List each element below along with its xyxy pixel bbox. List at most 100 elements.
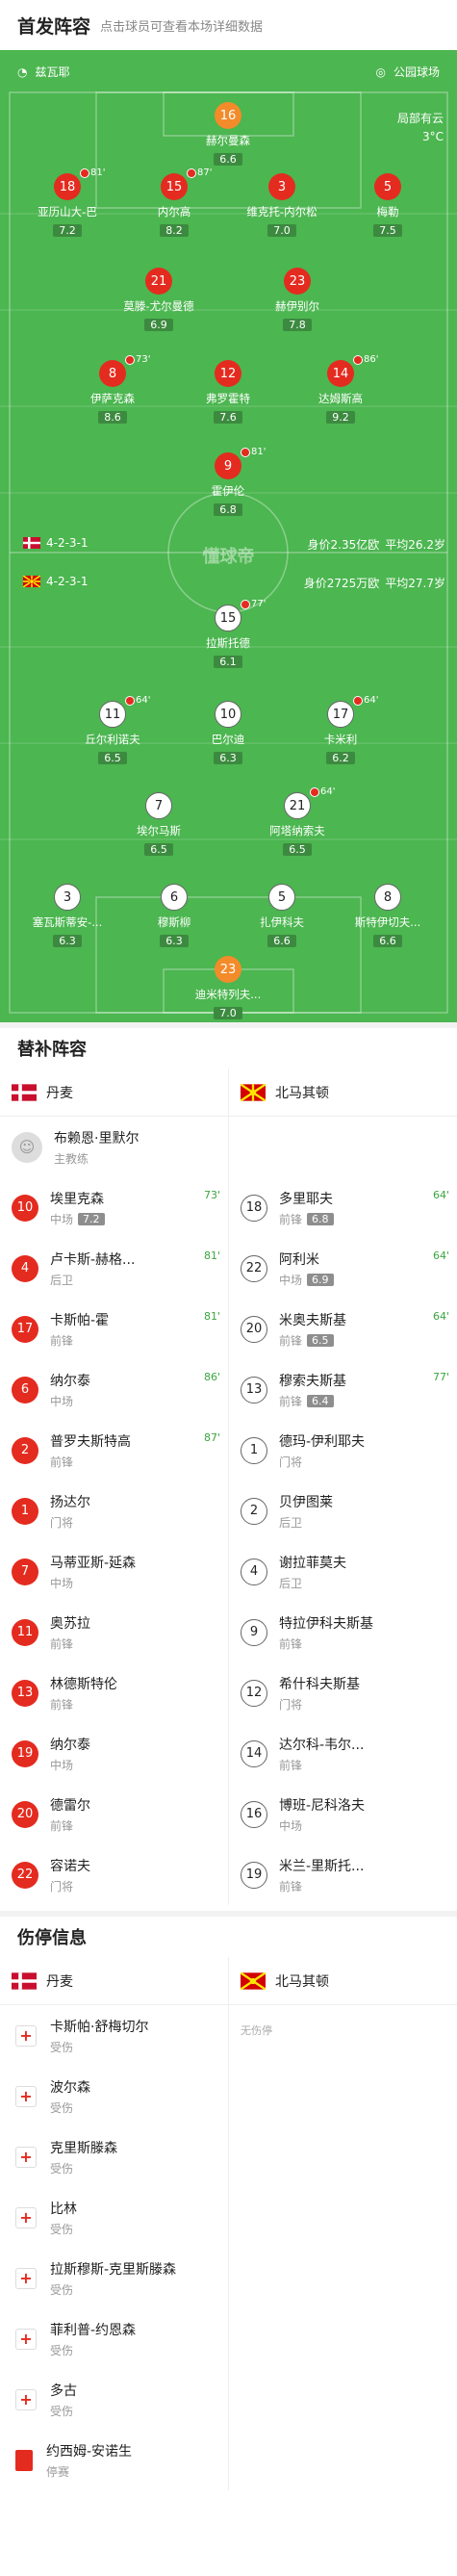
pitch-player[interactable]: 3 塞瓦斯蒂安-... 6.3 <box>24 884 111 948</box>
injury-row[interactable]: + 多古 受伤 <box>0 2369 228 2430</box>
sub-player-row[interactable]: 1 扬达尔 门将 <box>0 1481 228 1541</box>
sub-player-row[interactable]: 2 普罗夫斯特高 前锋 87' <box>0 1420 228 1481</box>
player-position: 前锋 <box>279 1212 303 1226</box>
player-name: 阿利米 <box>279 1251 319 1268</box>
pitch-player[interactable]: 3 维克托-内尔松 7.0 <box>239 173 325 238</box>
player-number: 4 <box>12 1254 38 1282</box>
player-number: 1 <box>12 1497 38 1525</box>
player-name: 莫滕-尤尔曼德 <box>123 299 194 313</box>
medical-kit-icon: + <box>15 2267 37 2289</box>
sub-player-row[interactable]: 2 贝伊图莱 后卫 <box>229 1481 457 1541</box>
pitch-player[interactable]: 12 弗罗霍特 7.6 <box>185 360 271 425</box>
player-meta: 门将 <box>279 1696 360 1713</box>
sub-player-row[interactable]: 13 穆索夫斯基 前锋 6.4 77' <box>229 1359 457 1420</box>
home-formation: 4-2-3-1 <box>23 536 89 550</box>
pitch-player[interactable]: 14 86' 达姆斯高 9.2 <box>297 354 384 425</box>
injury-row[interactable]: 约西姆-安诺生 停赛 <box>0 2430 228 2490</box>
player-position: 后卫 <box>279 1576 303 1590</box>
subs-team-header: 丹麦 北马其顿 <box>0 1069 457 1117</box>
player-position: 中场 <box>279 1273 303 1287</box>
sub-player-row[interactable]: 7 马蒂亚斯-延森 中场 <box>0 1541 228 1602</box>
player-number: 3 <box>54 884 81 911</box>
player-rating: 6.9 <box>144 319 173 331</box>
player-info: 马蒂亚斯-延森 中场 <box>50 1553 136 1591</box>
sub-player-row[interactable]: 20 德雷尔 前锋 <box>0 1784 228 1844</box>
player-number: 5 <box>374 173 401 200</box>
coach-row[interactable]: ☺ 布赖恩·里默尔 主教练 <box>0 1117 228 1177</box>
injury-status: 停赛 <box>46 2464 70 2479</box>
player-name: 卡米利 <box>323 733 358 746</box>
sub-off-icon <box>353 354 363 365</box>
sub-player-row[interactable]: 4 卢卡斯-赫格... 后卫 81' <box>0 1238 228 1299</box>
sub-player-row[interactable]: 18 多里耶夫 前锋 6.8 64' <box>229 1177 457 1238</box>
sub-player-row[interactable]: 6 纳尔泰 中场 86' <box>0 1359 228 1420</box>
pitch-player[interactable]: 8 73' 伊萨克森 8.6 <box>69 354 156 425</box>
sub-player-row[interactable]: 4 谢拉菲莫夫 后卫 <box>229 1541 457 1602</box>
player-name: 纳尔泰 <box>50 1373 90 1389</box>
pitch-player[interactable]: 17 64' 卡米利 6.2 <box>297 695 384 765</box>
pitch-player[interactable]: 18 81' 亚历山大-巴 7.2 <box>24 167 111 238</box>
sub-player-row[interactable]: 11 奥苏拉 前锋 <box>0 1602 228 1662</box>
player-name: 希什科夫斯基 <box>279 1676 360 1692</box>
player-name: 克里斯滕森 <box>50 2140 117 2156</box>
injury-row[interactable]: + 波尔森 受伤 <box>0 2066 228 2126</box>
player-info: 卢卡斯-赫格... 后卫 <box>50 1249 135 1288</box>
sub-player-row[interactable]: 16 博班-尼科洛夫 中场 <box>229 1784 457 1844</box>
sub-player-row[interactable]: 10 埃里克森 中场 7.2 73' <box>0 1177 228 1238</box>
sub-player-row[interactable]: 9 特拉伊科夫斯基 前锋 <box>229 1602 457 1662</box>
player-number: 22 <box>241 1254 267 1282</box>
player-rating: 8.2 <box>160 224 189 237</box>
sub-player-row[interactable]: 19 纳尔泰 中场 <box>0 1723 228 1784</box>
sub-player-row[interactable]: 12 希什科夫斯基 门将 <box>229 1662 457 1723</box>
injury-status: 受伤 <box>50 2282 74 2297</box>
injury-row[interactable]: + 克里斯滕森 受伤 <box>0 2126 228 2187</box>
substitution-badge: 64' <box>125 695 150 706</box>
injury-row[interactable]: + 比林 受伤 <box>0 2187 228 2248</box>
sub-player-row[interactable]: 20 米奥夫斯基 前锋 6.5 64' <box>229 1299 457 1359</box>
injury-status: 受伤 <box>50 2222 74 2236</box>
pitch-player[interactable]: 8 斯特伊切夫... 6.6 <box>344 884 431 948</box>
injury-row[interactable]: + 卡斯帕·舒梅切尔 受伤 <box>0 2005 228 2066</box>
sub-player-row[interactable]: 19 米兰-里斯托... 前锋 <box>229 1844 457 1905</box>
injury-row[interactable]: + 菲利普-约恩森 受伤 <box>0 2308 228 2369</box>
pitch-player[interactable]: 21 莫滕-尤尔曼德 6.9 <box>115 268 202 332</box>
pitch-player[interactable]: 15 77' 拉斯托德 6.1 <box>185 599 271 669</box>
pitch-player[interactable]: 23 迪米特列夫... 7.0 <box>185 956 271 1020</box>
player-number: 10 <box>12 1194 38 1222</box>
pitch-player[interactable]: 5 梅勒 7.5 <box>344 173 431 238</box>
sub-player-row[interactable]: 22 容诺夫 门将 <box>0 1844 228 1905</box>
player-number: 12 <box>215 360 241 387</box>
pitch-player[interactable]: 16 赫尔曼森 6.6 <box>185 102 271 167</box>
injuries-title: 伤停信息 <box>0 1911 457 1957</box>
pitch-player[interactable]: 9 81' 霍伊伦 6.8 <box>185 447 271 517</box>
sub-player-row[interactable]: 17 卡斯帕-霍 前锋 81' <box>0 1299 228 1359</box>
player-number: 19 <box>241 1861 267 1889</box>
sub-player-row[interactable]: 13 林德斯特伦 前锋 <box>0 1662 228 1723</box>
sub-player-row[interactable]: 1 德玛-伊利耶夫 门将 <box>229 1420 457 1481</box>
injury-info: 多古 受伤 <box>50 2381 77 2419</box>
player-info: 卡斯帕-霍 前锋 <box>50 1310 109 1349</box>
sub-off-icon <box>310 786 319 797</box>
player-rating: 6.1 <box>214 656 242 668</box>
player-meta: 前锋 <box>50 1696 117 1713</box>
pitch-player[interactable]: 21 64' 阿塔纳索夫 6.5 <box>254 786 341 857</box>
pitch-player[interactable]: 10 巴尔迪 6.3 <box>185 701 271 765</box>
player-rating: 7.0 <box>214 1007 242 1019</box>
player-name: 谢拉菲莫夫 <box>279 1555 346 1571</box>
pitch-player[interactable]: 7 埃尔马斯 6.5 <box>115 792 202 857</box>
player-name: 普罗夫斯特高 <box>50 1433 131 1450</box>
player-name: 卡斯帕·舒梅切尔 <box>50 2019 149 2035</box>
pitch-player[interactable]: 5 扎伊科夫 6.6 <box>239 884 325 948</box>
pitch-player[interactable]: 11 64' 丘尔利诺夫 6.5 <box>69 695 156 765</box>
pitch-player[interactable]: 15 87' 内尔高 8.2 <box>131 167 217 238</box>
pitch-player[interactable]: 6 穆斯柳 6.3 <box>131 884 217 948</box>
pitch-player[interactable]: 23 赫伊别尔 7.8 <box>254 268 341 332</box>
player-info: 纳尔泰 中场 <box>50 1735 90 1773</box>
player-name: 米兰-里斯托... <box>279 1858 365 1874</box>
sub-minute: 64' <box>364 695 379 706</box>
player-rating: 6.5 <box>98 752 127 764</box>
sub-player-row[interactable]: 14 达尔科-韦尔... 前锋 <box>229 1723 457 1784</box>
player-info: 贝伊图莱 后卫 <box>279 1492 333 1531</box>
sub-player-row[interactable]: 22 阿利米 中场 6.9 64' <box>229 1238 457 1299</box>
injury-row[interactable]: + 拉斯穆斯-克里斯滕森 受伤 <box>0 2248 228 2308</box>
